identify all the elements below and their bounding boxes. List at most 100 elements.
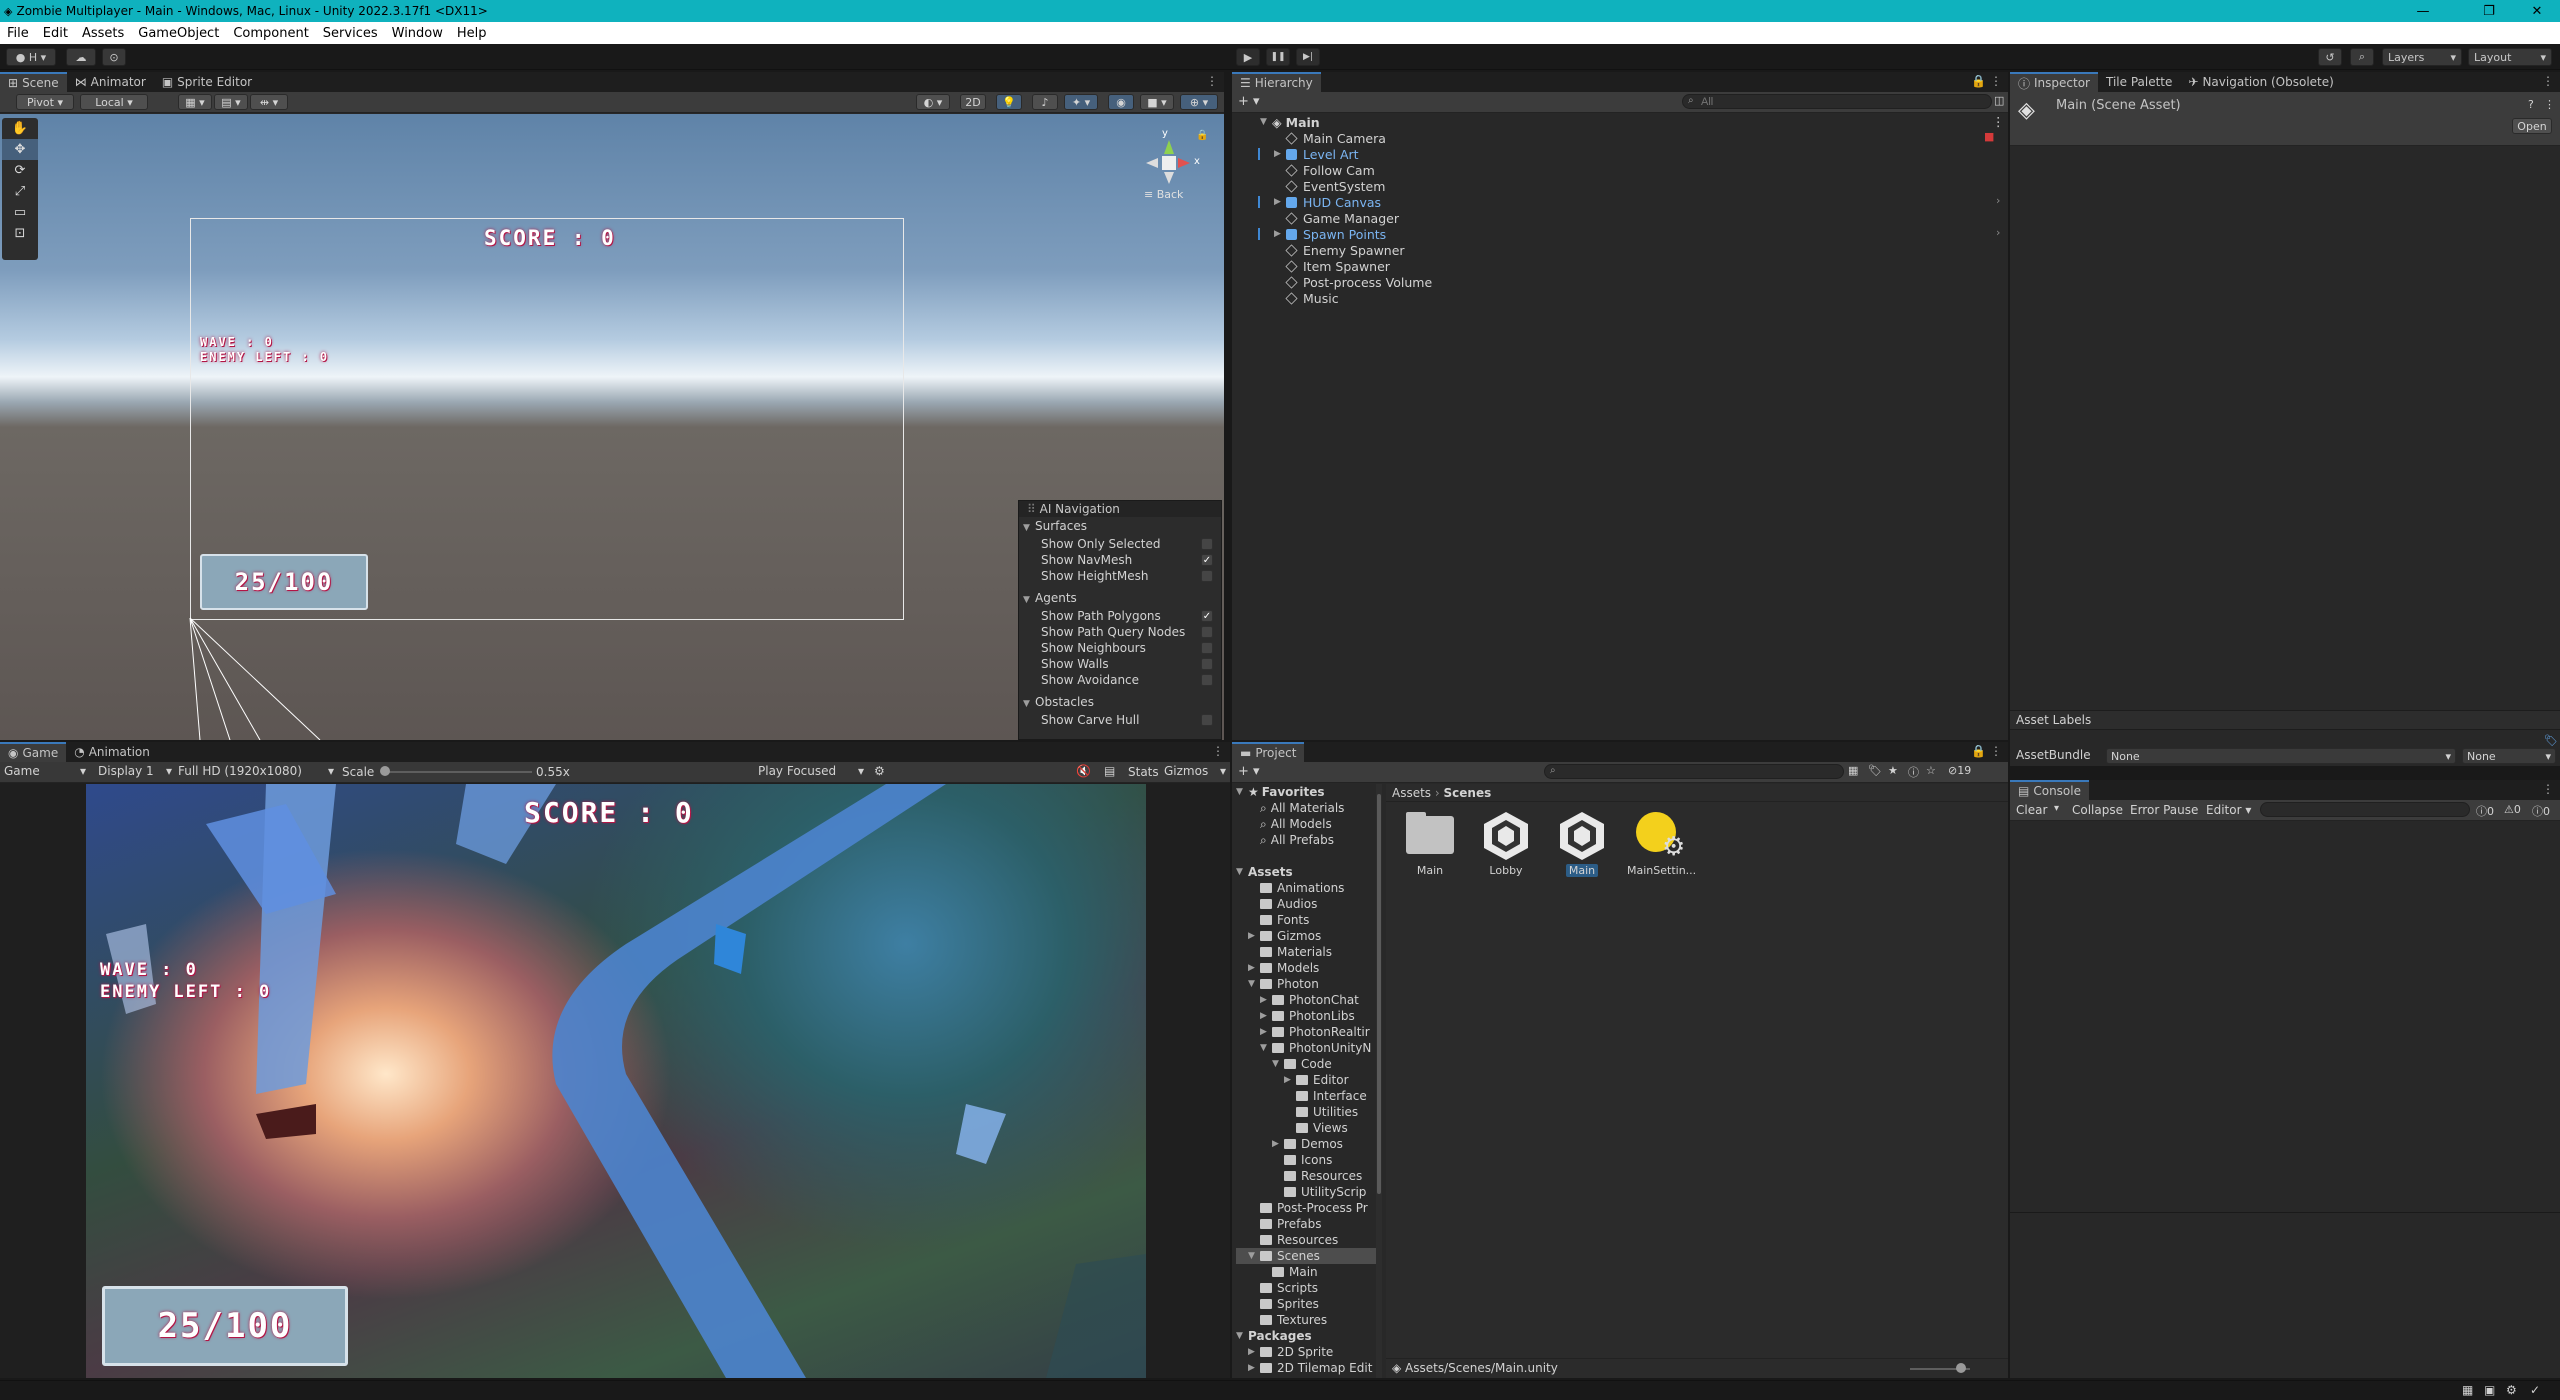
cache-server-icon[interactable]: ▣: [2484, 1383, 2495, 1397]
visibility-icon[interactable]: ◉: [1108, 94, 1134, 110]
game-view[interactable]: SCORE : 0 WAVE : 0 ENEMY LEFT : 0 25/100: [86, 784, 1146, 1378]
show-neighbours-checkbox[interactable]: [1201, 642, 1213, 654]
hierarchy-search-input[interactable]: [1682, 94, 1992, 109]
show-avoidance-checkbox[interactable]: [1201, 674, 1213, 686]
menu-component[interactable]: Component: [226, 26, 315, 41]
nav-obstacles-header[interactable]: ▼ Obstacles: [1023, 695, 1094, 709]
show-path-polygons-checkbox[interactable]: ✓: [1201, 610, 1213, 622]
project-lock-icon[interactable]: 🔒: [1971, 744, 1986, 758]
hierarchy-root-row[interactable]: ▼ ◈ Main: [1260, 114, 1320, 130]
progress-icon[interactable]: ▦: [2462, 1383, 2473, 1397]
console-splitter[interactable]: [2010, 1212, 2560, 1213]
expand-arrow-icon[interactable]: ▶: [1284, 1075, 1296, 1085]
project-tree-item[interactable]: Prefabs: [1236, 1216, 1380, 1232]
nav-show-carve-hull[interactable]: Show Carve Hull: [1041, 713, 1139, 727]
error-pause-button[interactable]: Error Pause: [2130, 803, 2198, 817]
nav-show-path-polygons[interactable]: Show Path Polygons: [1041, 609, 1161, 623]
tab-sprite-editor[interactable]: ▣ Sprite Editor: [154, 72, 260, 92]
display-dropdown[interactable]: Display 1 ▾: [98, 764, 172, 778]
asset-tile[interactable]: ⚙ MainSettin...: [1624, 810, 1696, 880]
local-dropdown[interactable]: Local ▾: [80, 94, 148, 110]
grid-visible-icon[interactable]: ▤ ▾: [214, 94, 248, 110]
nav-show-walls[interactable]: Show Walls: [1041, 657, 1109, 671]
show-heightmesh-checkbox[interactable]: [1201, 570, 1213, 582]
stats-button[interactable]: Stats: [1128, 765, 1159, 779]
add-icon[interactable]: + ▾: [1238, 94, 1260, 109]
layout-dropdown[interactable]: Layout ▾: [2468, 48, 2552, 66]
resolution-dropdown[interactable]: Full HD (1920x1080) ▾: [178, 764, 334, 778]
project-tree-item[interactable]: Main: [1236, 1264, 1380, 1280]
project-tree-item[interactable]: Fonts: [1236, 912, 1380, 928]
hierarchy-item[interactable]: ▶ Level Art: [1258, 146, 1359, 162]
expand-arrow-icon[interactable]: ▶: [1248, 1347, 1260, 1357]
menu-window[interactable]: Window: [385, 26, 450, 41]
nav-show-avoidance[interactable]: Show Avoidance: [1041, 673, 1139, 687]
expand-arrow-icon[interactable]: ▶: [1248, 1363, 1260, 1373]
hierarchy-lock-icon[interactable]: 🔒: [1971, 74, 1986, 88]
settings-menu-icon[interactable]: ⋮: [2544, 98, 2555, 111]
auto-generate-icon[interactable]: ✓: [2530, 1383, 2540, 1397]
expand-arrow-icon[interactable]: ▼: [1272, 1059, 1284, 1069]
expand-arrow-icon[interactable]: ▼: [1248, 1251, 1260, 1261]
menu-edit[interactable]: Edit: [36, 26, 75, 41]
maximize-button[interactable]: ❐: [2466, 0, 2512, 22]
nav-show-heightmesh[interactable]: Show HeightMesh: [1041, 569, 1148, 583]
show-carve-hull-checkbox[interactable]: [1201, 714, 1213, 726]
hierarchy-item[interactable]: Post-process Volume: [1274, 274, 1432, 290]
game-mode-dropdown[interactable]: Game ▾: [4, 764, 86, 778]
scale-slider[interactable]: [382, 771, 532, 773]
tab-hierarchy[interactable]: ☰ Hierarchy: [1232, 72, 1321, 92]
debug-mode-icon[interactable]: ⚙: [2506, 1383, 2517, 1397]
increment-snap-icon[interactable]: ⇹ ▾: [250, 94, 288, 110]
project-tree-item[interactable]: ▶ Demos: [1236, 1136, 1380, 1152]
hierarchy-item[interactable]: Enemy Spawner: [1274, 242, 1405, 258]
hierarchy-item[interactable]: Music: [1274, 290, 1339, 306]
tab-scene[interactable]: ⊞ Scene: [0, 72, 67, 92]
minimize-button[interactable]: —: [2400, 0, 2446, 22]
project-tree-item[interactable]: ▶ Editor: [1236, 1072, 1380, 1088]
mute-audio-icon[interactable]: 🔇: [1076, 764, 1091, 778]
expand-arrow-icon[interactable]: ▶: [1272, 1139, 1284, 1149]
nav-agents-header[interactable]: ▼ Agents: [1023, 591, 1077, 605]
hierarchy-item[interactable]: EventSystem: [1274, 178, 1385, 194]
filter-icon[interactable]: ⓘ: [1908, 764, 1919, 780]
search-icon[interactable]: ⌕: [2350, 48, 2374, 66]
favorite-all-materials[interactable]: ⌕ All Materials: [1260, 800, 1344, 816]
rotate-tool-icon[interactable]: ⟳: [2, 160, 38, 181]
console-menu-icon[interactable]: ⋮: [2542, 782, 2554, 796]
project-tree-item[interactable]: Audios: [1236, 896, 1380, 912]
root-menu-icon[interactable]: ⋮: [1992, 114, 2005, 129]
tab-animation[interactable]: ◔ Animation: [66, 742, 158, 762]
step-button[interactable]: ▶|: [1296, 48, 1320, 66]
project-tree-item[interactable]: ▶ Gizmos: [1236, 928, 1380, 944]
shortcuts-icon[interactable]: ▤: [1104, 764, 1115, 778]
hierarchy-item[interactable]: Game Manager: [1274, 210, 1399, 226]
tab-animator[interactable]: ⋈ Animator: [67, 72, 154, 92]
y-axis-cone-icon[interactable]: [1164, 140, 1174, 154]
gear-icon[interactable]: ⚙: [874, 764, 885, 778]
hierarchy-item[interactable]: ▶ HUD Canvas: [1258, 194, 1381, 210]
grid-snap-icon[interactable]: ▦ ▾: [178, 94, 212, 110]
scale-slider-handle[interactable]: [380, 766, 390, 776]
close-button[interactable]: ✕: [2514, 0, 2560, 22]
tab-tile-palette[interactable]: Tile Palette: [2098, 72, 2180, 92]
draw-mode-icon[interactable]: ◐ ▾: [916, 94, 950, 110]
icon-size-slider-handle[interactable]: [1956, 1363, 1966, 1373]
project-tree-item[interactable]: Icons: [1236, 1152, 1380, 1168]
collapse-button[interactable]: Collapse: [2072, 803, 2123, 817]
editor-dropdown[interactable]: Editor ▾: [2206, 803, 2251, 817]
hierarchy-item[interactable]: ▶ Spawn Points: [1258, 226, 1386, 242]
tab-navigation[interactable]: ✈ Navigation (Obsolete): [2180, 72, 2341, 92]
play-focused-dropdown[interactable]: Play Focused ▾: [758, 764, 864, 778]
open-prefab-chevron-icon[interactable]: ›: [1996, 194, 2000, 207]
inspector-menu-icon[interactable]: ⋮: [2542, 74, 2554, 88]
project-tree-item[interactable]: ▼ Packages: [1236, 1328, 1380, 1344]
project-tree-item[interactable]: ▶ PhotonLibs: [1236, 1008, 1380, 1024]
project-tree-item[interactable]: ▶ Models: [1236, 960, 1380, 976]
scene-view[interactable]: ✋ ✥ ⟳ ⤢ ▭ ⊡ SCORE : 0 WAVE : 0 ENEMY LEF…: [0, 114, 1224, 740]
tab-project[interactable]: ▬ Project: [1232, 742, 1305, 762]
undo-history-icon[interactable]: ↺: [2318, 48, 2342, 66]
variant-dropdown[interactable]: None ▾: [2462, 748, 2556, 764]
audio-icon[interactable]: ♪: [1032, 94, 1058, 110]
project-tree-item[interactable]: ▼ Assets: [1236, 864, 1380, 880]
